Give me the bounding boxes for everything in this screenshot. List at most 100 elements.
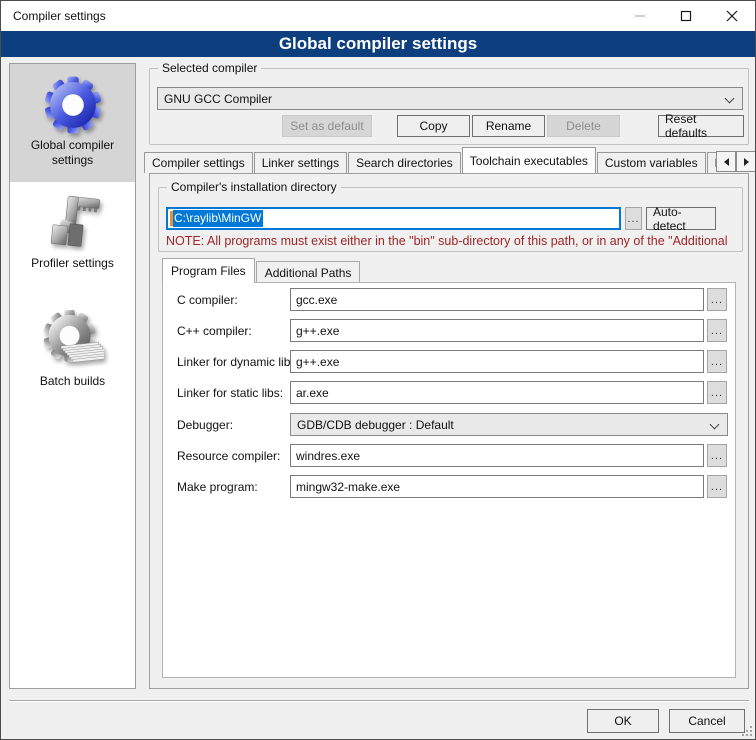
copy-label: Copy	[419, 119, 447, 133]
make-program-browse-button[interactable]: ...	[707, 475, 727, 498]
titlebar[interactable]: Compiler settings	[1, 1, 755, 31]
maximize-button[interactable]	[663, 1, 709, 31]
browse-dots-label: ...	[711, 450, 723, 462]
selected-compiler-group-label: Selected compiler	[158, 61, 261, 75]
tab-label: Compiler settings	[152, 156, 245, 170]
sidebar-item-global-compiler-settings[interactable]: Global compiler settings	[10, 64, 135, 182]
debugger-label: Debugger:	[177, 413, 233, 436]
set-as-default-button[interactable]: Set as default	[282, 115, 372, 137]
resource-compiler-browse-button[interactable]: ...	[707, 444, 727, 467]
cpp-compiler-label: C++ compiler:	[177, 319, 252, 342]
cpp-compiler-input[interactable]: g++.exe	[290, 319, 704, 342]
compiler-settings-dialog: Compiler settings Global compiler settin…	[0, 0, 756, 740]
maximize-icon	[680, 10, 692, 22]
browse-dots-label: ...	[711, 356, 723, 368]
program-files-tabstrip: Program Files Additional Paths	[162, 258, 361, 283]
browse-dots-label: ...	[711, 481, 723, 493]
resource-compiler-value: windres.exe	[296, 449, 360, 463]
cpp-compiler-browse-button[interactable]: ...	[707, 319, 727, 342]
dialog-header: Global compiler settings	[1, 31, 755, 57]
browse-dots-label: ...	[627, 213, 639, 225]
linker-static-input[interactable]: ar.exe	[290, 381, 704, 404]
make-program-value: mingw32-make.exe	[296, 480, 400, 494]
copy-button[interactable]: Copy	[397, 115, 470, 137]
resource-compiler-label: Resource compiler:	[177, 444, 280, 467]
set-as-default-label: Set as default	[290, 119, 363, 133]
cancel-button[interactable]: Cancel	[669, 709, 745, 733]
tab-scroll-right-button[interactable]	[736, 151, 756, 172]
tab-label: Toolchain executables	[470, 154, 588, 168]
sidebar-item-label: Batch builds	[21, 374, 125, 389]
selected-compiler-group: Selected compiler GNU GCC Compiler Set a…	[149, 68, 749, 145]
installation-directory-value: C:\raylib\MinGW	[173, 210, 263, 227]
tab-program-files[interactable]: Program Files	[162, 258, 255, 283]
tab-search-directories[interactable]: Search directories	[348, 152, 461, 173]
linker-dynamic-input[interactable]: g++.exe	[290, 350, 704, 373]
auto-detect-button[interactable]: Auto-detect	[646, 207, 716, 230]
sidebar-item-label: Profiler settings	[21, 256, 125, 271]
linker-static-browse-button[interactable]: ...	[707, 381, 727, 404]
browse-dots-label: ...	[711, 294, 723, 306]
c-compiler-value: gcc.exe	[296, 293, 337, 307]
compiler-select[interactable]: GNU GCC Compiler	[157, 87, 743, 110]
arrow-left-icon	[724, 158, 729, 166]
auto-detect-label: Auto-detect	[653, 205, 709, 233]
tab-additional-paths[interactable]: Additional Paths	[256, 261, 361, 283]
linker-static-value: ar.exe	[296, 386, 329, 400]
close-icon	[726, 10, 738, 22]
caliper-icon	[41, 190, 105, 256]
program-files-page: C compiler: gcc.exe ... C++ compiler: g+…	[162, 282, 736, 678]
c-compiler-label: C compiler:	[177, 288, 238, 311]
c-compiler-browse-button[interactable]: ...	[707, 288, 727, 311]
compiler-settings-tabstrip: Compiler settings Linker settings Search…	[144, 147, 716, 173]
linker-dynamic-label: Linker for dynamic libs:	[177, 350, 300, 373]
arrow-right-icon	[744, 158, 749, 166]
browse-dots-label: ...	[711, 387, 723, 399]
c-compiler-input[interactable]: gcc.exe	[290, 288, 704, 311]
resize-grip[interactable]	[739, 723, 752, 736]
installation-note-text: NOTE: All programs must exist either in …	[166, 234, 736, 248]
minimize-button[interactable]	[617, 1, 663, 31]
reset-defaults-label: Reset defaults	[665, 112, 737, 140]
installation-directory-input[interactable]: C:\raylib\MinGW	[166, 207, 621, 230]
blue-gear-icon	[41, 72, 105, 138]
gray-gear-stack-icon	[41, 308, 105, 374]
cpp-compiler-value: g++.exe	[296, 324, 339, 338]
toolchain-executables-page: Compiler's installation directory C:\ray…	[149, 173, 749, 689]
linker-dynamic-value: g++.exe	[296, 355, 339, 369]
tab-scroll-left-button[interactable]	[716, 151, 736, 172]
resource-compiler-input[interactable]: windres.exe	[290, 444, 704, 467]
delete-button[interactable]: Delete	[547, 115, 620, 137]
sidebar-item-batch-builds[interactable]: Batch builds	[10, 300, 135, 418]
tab-build-options[interactable]: Build	[707, 152, 716, 173]
tab-label: Custom variables	[605, 156, 698, 170]
subtab-label: Program Files	[171, 264, 246, 278]
tab-label: Linker settings	[262, 156, 339, 170]
rename-button[interactable]: Rename	[472, 115, 545, 137]
installation-directory-group-label: Compiler's installation directory	[167, 180, 341, 194]
debugger-select[interactable]: GDB/CDB debugger : Default	[290, 413, 728, 436]
rename-label: Rename	[486, 119, 531, 133]
installation-directory-browse-button[interactable]: ...	[625, 207, 642, 230]
installation-directory-group: Compiler's installation directory C:\ray…	[158, 187, 743, 252]
ok-button[interactable]: OK	[587, 709, 659, 733]
tab-label: Search directories	[356, 156, 453, 170]
chevron-down-icon	[710, 420, 720, 430]
delete-label: Delete	[566, 119, 601, 133]
window-title: Compiler settings	[13, 9, 106, 23]
linker-dynamic-browse-button[interactable]: ...	[707, 350, 727, 373]
tab-custom-variables[interactable]: Custom variables	[597, 152, 706, 173]
subtab-label: Additional Paths	[265, 266, 352, 280]
reset-defaults-button[interactable]: Reset defaults	[658, 115, 744, 137]
linker-static-label: Linker for static libs:	[177, 381, 283, 404]
tab-compiler-settings[interactable]: Compiler settings	[144, 152, 253, 173]
footer-divider	[9, 700, 749, 702]
make-program-label: Make program:	[177, 475, 258, 498]
make-program-input[interactable]: mingw32-make.exe	[290, 475, 704, 498]
debugger-select-value: GDB/CDB debugger : Default	[297, 418, 454, 432]
tab-toolchain-executables[interactable]: Toolchain executables	[462, 147, 596, 173]
minimize-icon	[634, 10, 646, 22]
sidebar-item-profiler-settings[interactable]: Profiler settings	[10, 182, 135, 300]
close-button[interactable]	[709, 1, 755, 31]
tab-linker-settings[interactable]: Linker settings	[254, 152, 347, 173]
